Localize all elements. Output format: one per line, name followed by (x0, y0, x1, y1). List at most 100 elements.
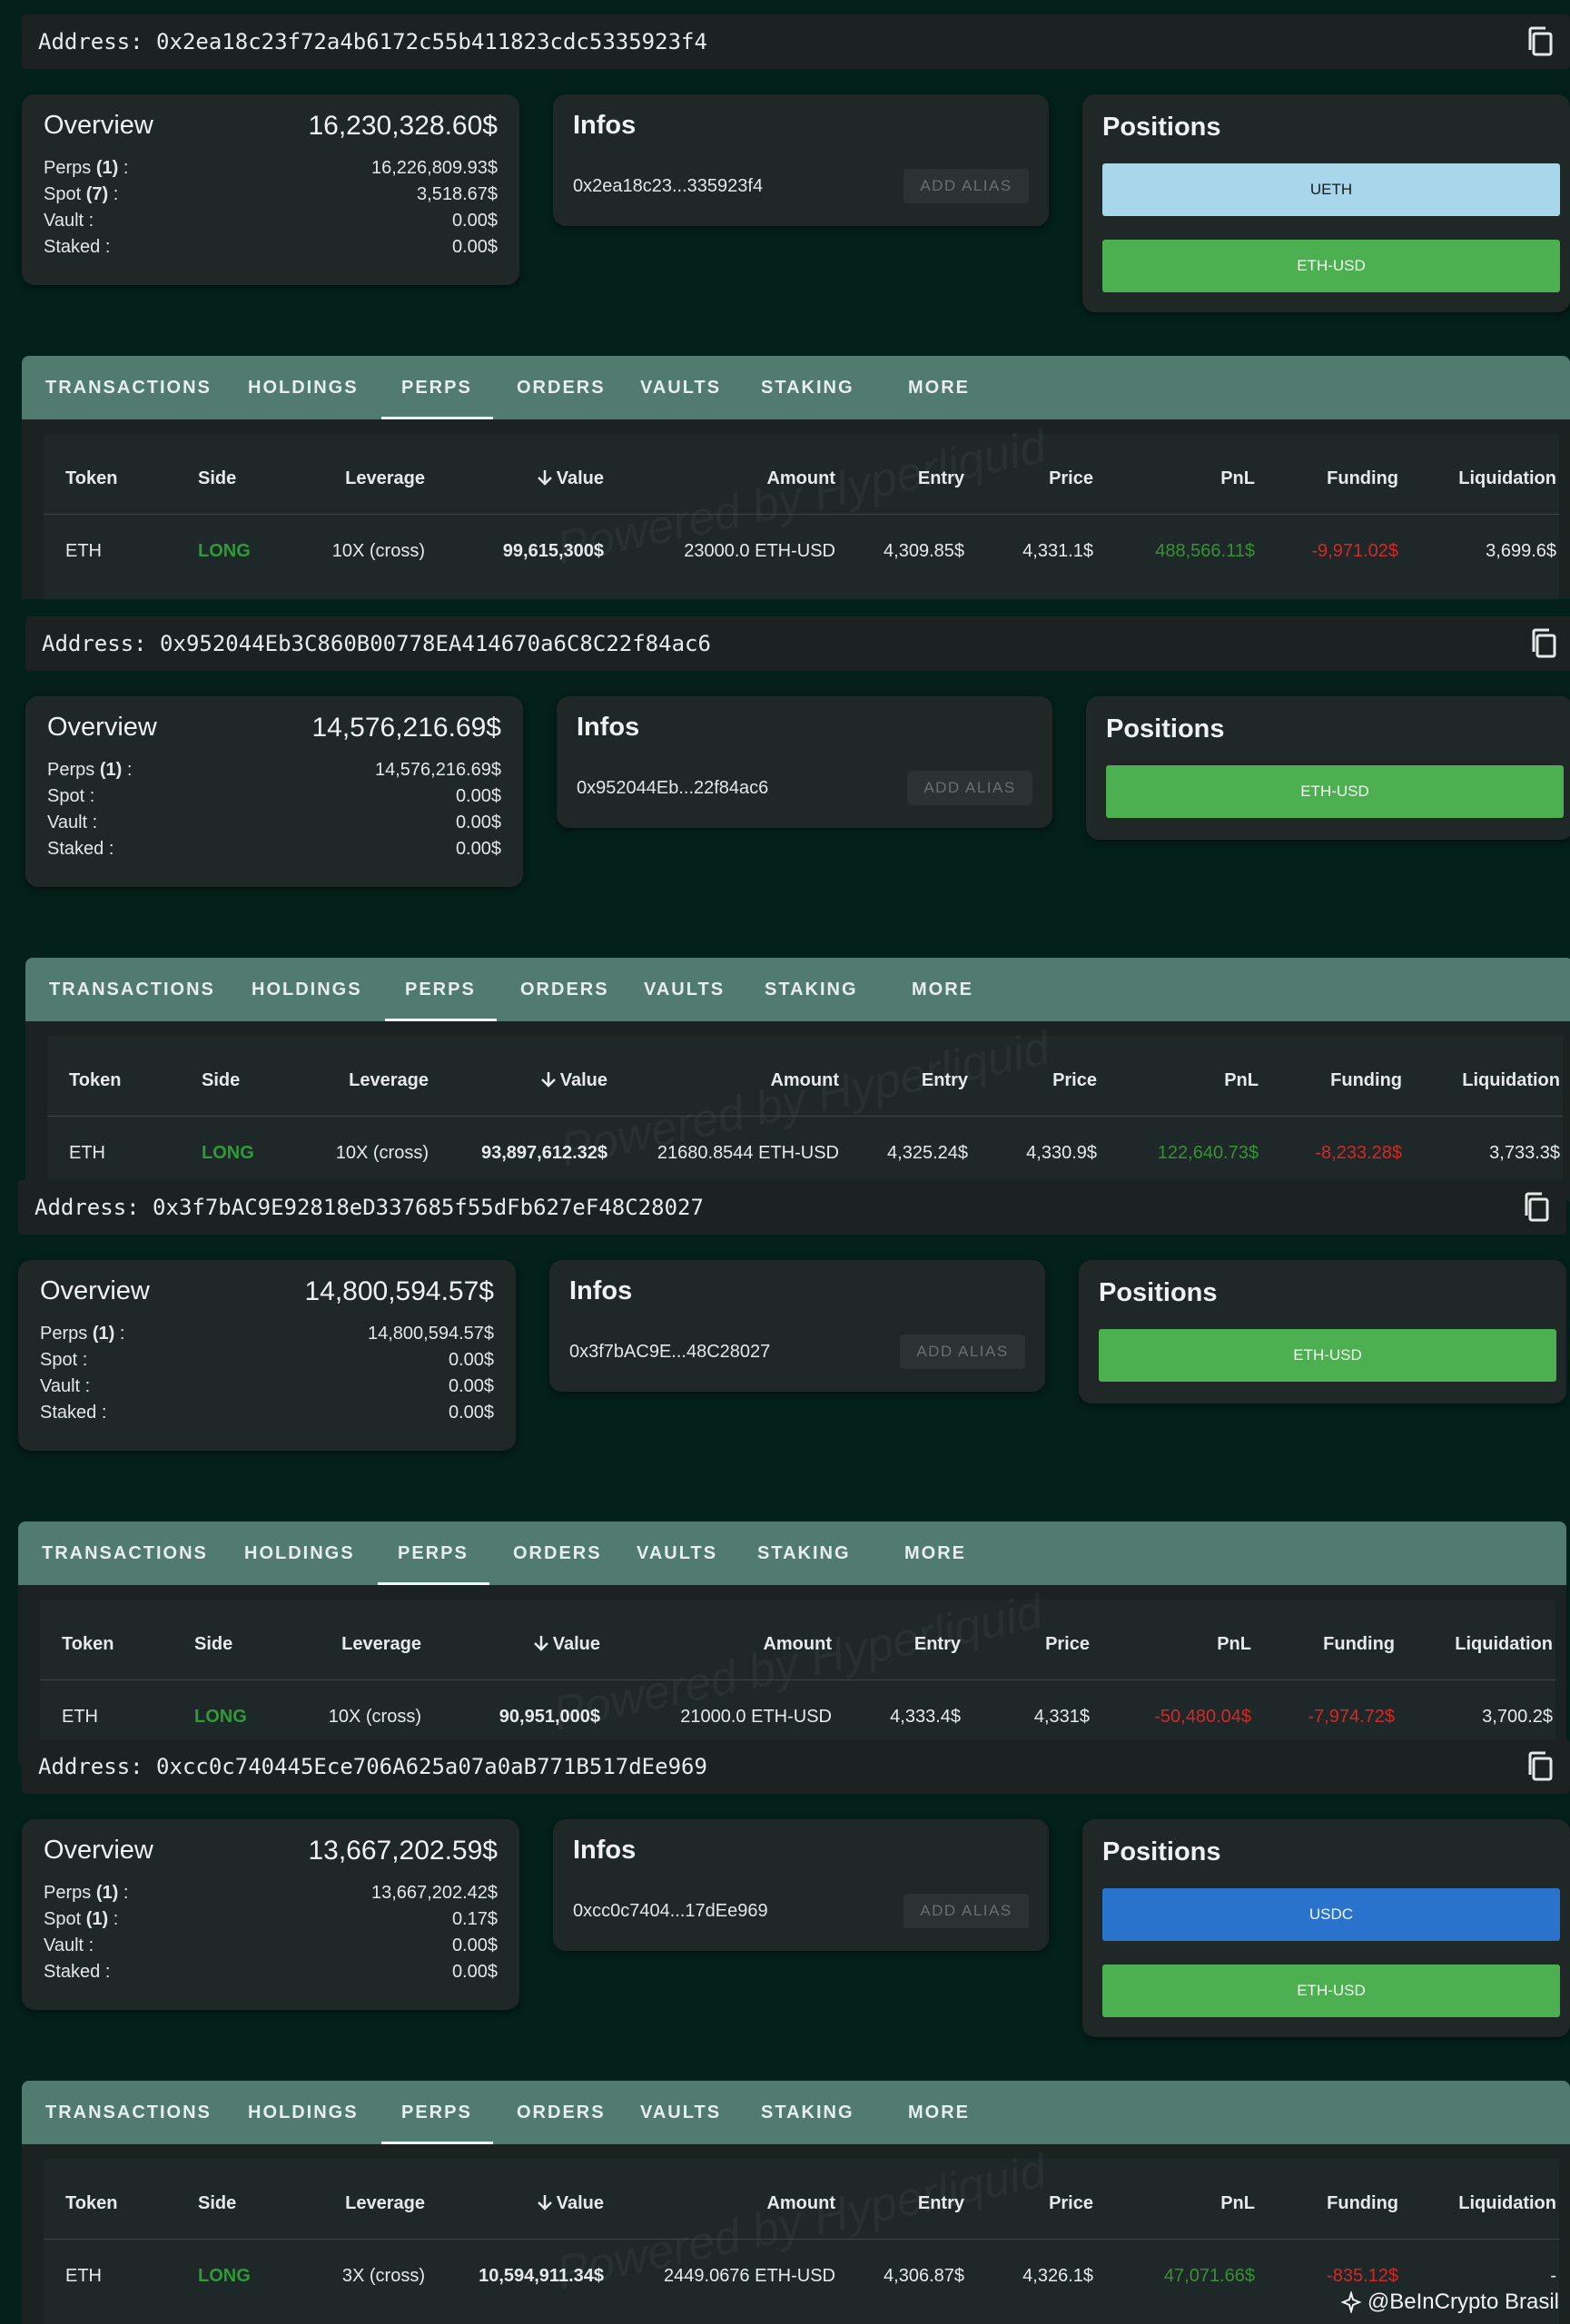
column-header-funding[interactable]: Funding (1330, 1070, 1402, 1091)
tab-staking[interactable]: STAKING (761, 356, 854, 419)
column-header-side[interactable]: Side (194, 1634, 232, 1655)
column-header-value[interactable]: Value (533, 1634, 600, 1655)
tab-more[interactable]: MORE (904, 1521, 966, 1585)
tab-holdings[interactable]: HOLDINGS (252, 958, 362, 1021)
column-header-liquidation[interactable]: Liquidation (1458, 2193, 1556, 2214)
column-header-pnl[interactable]: PnL (1217, 1634, 1251, 1655)
tab-transactions[interactable]: TRANSACTIONS (42, 1521, 208, 1585)
position-bar-eth-usd[interactable]: ETH-USD (1102, 240, 1560, 292)
tab-staking[interactable]: STAKING (765, 958, 858, 1021)
tab-perps[interactable]: PERPS (405, 958, 476, 1021)
tab-vaults[interactable]: VAULTS (644, 958, 725, 1021)
column-header-liquidation[interactable]: Liquidation (1455, 1634, 1553, 1655)
column-header-value[interactable]: Value (537, 2193, 604, 2214)
column-header-amount[interactable]: Amount (770, 1070, 839, 1091)
tab-vaults[interactable]: VAULTS (640, 2081, 721, 2144)
overview-row: Vault : 0.00$ (44, 211, 498, 236)
positions-title: Positions (1102, 1837, 1221, 1866)
tab-holdings[interactable]: HOLDINGS (244, 1521, 355, 1585)
column-header-leverage[interactable]: Leverage (349, 1070, 429, 1091)
position-bar-ueth[interactable]: UETH (1102, 163, 1560, 216)
column-header-price[interactable]: Price (1045, 1634, 1090, 1655)
column-header-price[interactable]: Price (1049, 468, 1093, 489)
tab-more[interactable]: MORE (908, 2081, 970, 2144)
overview-row-label: Perps (1) : (44, 158, 128, 179)
copy-icon[interactable] (1521, 1191, 1552, 1224)
column-header-label: Value (556, 468, 604, 488)
column-header-liquidation[interactable]: Liquidation (1462, 1070, 1560, 1091)
column-header-value[interactable]: Value (540, 1070, 607, 1091)
tab-staking[interactable]: STAKING (761, 2081, 854, 2144)
position-bar-eth-usd[interactable]: ETH-USD (1102, 1965, 1560, 2017)
add-alias-button[interactable]: ADD ALIAS (900, 1334, 1025, 1369)
overview-row-colon: : (118, 158, 129, 178)
column-header-pnl[interactable]: PnL (1220, 2193, 1255, 2214)
tab-transactions[interactable]: TRANSACTIONS (49, 958, 215, 1021)
column-header-entry[interactable]: Entry (918, 468, 964, 489)
copy-icon[interactable] (1528, 627, 1559, 660)
tab-vaults[interactable]: VAULTS (640, 356, 721, 419)
tab-holdings[interactable]: HOLDINGS (248, 2081, 359, 2144)
column-header-token[interactable]: Token (62, 1634, 114, 1655)
column-header-leverage[interactable]: Leverage (341, 1634, 421, 1655)
column-header-amount[interactable]: Amount (766, 2193, 835, 2214)
column-header-label: PnL (1220, 468, 1255, 488)
column-header-token[interactable]: Token (65, 468, 117, 489)
tab-transactions[interactable]: TRANSACTIONS (45, 356, 212, 419)
copy-icon[interactable] (1525, 1750, 1555, 1783)
column-header-side[interactable]: Side (198, 468, 236, 489)
tab-perps[interactable]: PERPS (401, 356, 472, 419)
tab-holdings[interactable]: HOLDINGS (248, 356, 359, 419)
column-header-value[interactable]: Value (537, 468, 604, 489)
column-header-entry[interactable]: Entry (914, 1634, 961, 1655)
column-header-entry[interactable]: Entry (922, 1070, 968, 1091)
column-header-token[interactable]: Token (65, 2193, 117, 2214)
column-header-pnl[interactable]: PnL (1220, 468, 1255, 489)
tab-vaults[interactable]: VAULTS (637, 1521, 717, 1585)
tab-perps[interactable]: PERPS (398, 1521, 469, 1585)
tab-more[interactable]: MORE (912, 958, 973, 1021)
column-header-token[interactable]: Token (69, 1070, 121, 1091)
column-header-funding[interactable]: Funding (1327, 2193, 1398, 2214)
add-alias-button[interactable]: ADD ALIAS (907, 771, 1032, 805)
overview-row: Perps (1) : 14,576,216.69$ (47, 760, 501, 785)
overview-row-label: Spot (1) : (44, 1909, 118, 1930)
cell-pnl: 47,071.66$ (1163, 2266, 1255, 2286)
column-header-amount[interactable]: Amount (763, 1634, 832, 1655)
column-header-pnl[interactable]: PnL (1224, 1070, 1259, 1091)
add-alias-button[interactable]: ADD ALIAS (903, 1894, 1029, 1928)
position-bar-eth-usd[interactable]: ETH-USD (1099, 1329, 1556, 1382)
cell-amount: 23000.0 ETH-USD (684, 541, 835, 561)
column-header-side[interactable]: Side (202, 1070, 240, 1091)
column-header-price[interactable]: Price (1049, 2193, 1093, 2214)
tab-perps[interactable]: PERPS (401, 2081, 472, 2144)
column-header-price[interactable]: Price (1052, 1070, 1097, 1091)
overview-row-label: Vault : (44, 1935, 94, 1956)
add-alias-button[interactable]: ADD ALIAS (903, 169, 1029, 203)
overview-row-name: Vault (47, 812, 88, 832)
column-header-label: Price (1045, 1634, 1090, 1654)
copy-icon[interactable] (1525, 25, 1555, 58)
overview-row: Staked : 0.00$ (40, 1403, 494, 1428)
column-header-side[interactable]: Side (198, 2193, 236, 2214)
tab-transactions[interactable]: TRANSACTIONS (45, 2081, 212, 2144)
column-header-label: Liquidation (1462, 1070, 1560, 1090)
tab-orders[interactable]: ORDERS (513, 1521, 602, 1585)
tab-orders[interactable]: ORDERS (517, 356, 606, 419)
column-header-amount[interactable]: Amount (766, 468, 835, 489)
column-header-entry[interactable]: Entry (918, 2193, 964, 2214)
column-header-leverage[interactable]: Leverage (345, 2193, 425, 2214)
tab-more[interactable]: MORE (908, 356, 970, 419)
position-bar-usdc[interactable]: USDC (1102, 1888, 1560, 1941)
tab-orders[interactable]: ORDERS (520, 958, 609, 1021)
column-header-label: Amount (766, 2193, 835, 2213)
column-header-funding[interactable]: Funding (1327, 468, 1398, 489)
column-header-leverage[interactable]: Leverage (345, 468, 425, 489)
tab-staking[interactable]: STAKING (757, 1521, 851, 1585)
cell-entry: 4,306.87$ (884, 2266, 964, 2286)
column-header-liquidation[interactable]: Liquidation (1458, 468, 1556, 489)
tab-orders[interactable]: ORDERS (517, 2081, 606, 2144)
column-header-funding[interactable]: Funding (1323, 1634, 1395, 1655)
position-bar-eth-usd[interactable]: ETH-USD (1106, 765, 1564, 818)
overview-row-name: Spot (44, 184, 82, 204)
